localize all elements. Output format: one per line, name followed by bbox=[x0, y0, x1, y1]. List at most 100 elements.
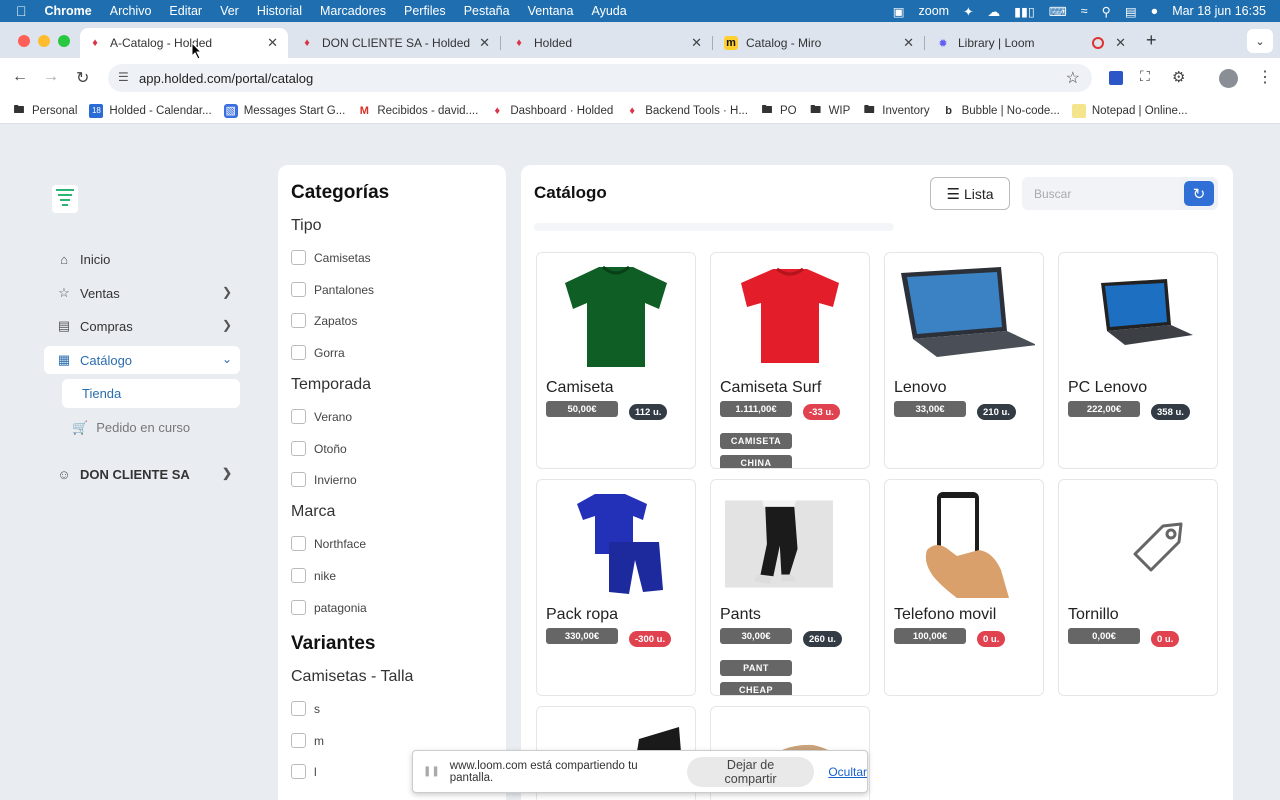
menu-editar[interactable]: Editar bbox=[169, 4, 202, 18]
hide-link[interactable]: Ocultar bbox=[828, 765, 867, 779]
product-card-lenovo[interactable]: Lenovo 33,00€ 210 u. bbox=[884, 252, 1044, 469]
product-card-camiseta[interactable]: Camiseta 50,00€ 112 u. bbox=[536, 252, 696, 469]
reload-icon[interactable]: ↻ bbox=[76, 68, 89, 88]
siri-icon[interactable]: ● bbox=[1151, 4, 1159, 18]
site-settings-icon[interactable]: ☰ bbox=[118, 70, 129, 84]
back-icon[interactable]: ← bbox=[12, 68, 28, 86]
keyboard-icon[interactable]: ⌨ bbox=[1049, 4, 1067, 19]
filter-checkbox-nike[interactable]: nike bbox=[291, 568, 336, 583]
filter-checkbox-m[interactable]: m bbox=[291, 733, 324, 748]
close-window-button[interactable] bbox=[18, 35, 30, 47]
product-card-pc-lenovo[interactable]: PC Lenovo 222,00€ 358 u. bbox=[1058, 252, 1218, 469]
menu-archivo[interactable]: Archivo bbox=[110, 4, 152, 18]
avatar[interactable] bbox=[1219, 69, 1238, 88]
screen-share-bar: ❚❚ www.loom.com está compartiendo tu pan… bbox=[412, 750, 868, 793]
wifi-icon[interactable]: ≈ bbox=[1081, 4, 1088, 18]
bookmark-messages[interactable]: ▧ Messages Start G... bbox=[223, 103, 345, 118]
battery-icon[interactable]: ▮▮▯ bbox=[1014, 4, 1035, 19]
sidebar-subitem-pedido[interactable]: 🛒 Pedido en curso bbox=[62, 413, 240, 442]
kebab-menu-icon[interactable]: ⋮ bbox=[1257, 67, 1273, 87]
crop-icon[interactable]: ⛶ bbox=[1140, 68, 1150, 85]
loading-placeholder bbox=[534, 223, 894, 231]
sidebar-item-compras[interactable]: ▤ Compras ❯ bbox=[44, 312, 240, 340]
product-name: Telefono movil bbox=[894, 606, 997, 623]
menu-pestana[interactable]: Pestaña bbox=[464, 4, 510, 18]
bookmark-po[interactable]: 🖿 PO bbox=[760, 104, 796, 118]
zoom-status[interactable]: zoom bbox=[919, 4, 950, 18]
bookmark-wip[interactable]: 🖿 WIP bbox=[809, 104, 850, 118]
menu-marcadores[interactable]: Marcadores bbox=[320, 4, 386, 18]
new-tab-button[interactable]: + bbox=[1146, 30, 1157, 51]
filter-checkbox-patagonia[interactable]: patagonia bbox=[291, 600, 367, 615]
filter-checkbox-zapatos[interactable]: Zapatos bbox=[291, 313, 357, 328]
bookmark-personal[interactable]: 🖿 Personal bbox=[12, 104, 78, 118]
filter-checkbox-camisetas[interactable]: Camisetas bbox=[291, 250, 371, 265]
menu-ayuda[interactable]: Ayuda bbox=[591, 4, 626, 18]
tab-miro[interactable]: m Catalog - Miro ✕ bbox=[716, 28, 925, 58]
bookmark-bubble[interactable]: b Bubble | No-code... bbox=[942, 104, 1060, 118]
tab-a-catalog[interactable]: ♦ A-Catalog - Holded ✕ bbox=[80, 28, 288, 58]
cloud-icon[interactable]: ☁ bbox=[988, 4, 1001, 19]
product-card-telefono-movil[interactable]: Telefono movil 100,00€ 0 u. bbox=[884, 479, 1044, 696]
extensions-puzzle-icon[interactable]: ⚙ bbox=[1172, 68, 1185, 86]
filter-checkbox-verano[interactable]: Verano bbox=[291, 409, 352, 424]
url-text[interactable]: app.holded.com/portal/catalog bbox=[139, 71, 313, 86]
product-card-tornillo[interactable]: Tornillo 0,00€ 0 u. bbox=[1058, 479, 1218, 696]
sidebar-subitem-tienda[interactable]: Tienda bbox=[62, 379, 240, 408]
menu-ventana[interactable]: Ventana bbox=[528, 4, 574, 18]
product-card-pack-ropa[interactable]: Pack ropa 330,00€ -300 u. bbox=[536, 479, 696, 696]
holded-logo[interactable] bbox=[52, 185, 78, 213]
sidebar-item-catalogo[interactable]: ▦ Catálogo ⌄ bbox=[44, 346, 240, 374]
bookmark-backend-tools[interactable]: ♦ Backend Tools · H... bbox=[625, 104, 748, 118]
control-center-icon[interactable]: ▤ bbox=[1125, 4, 1137, 19]
tab-search-button[interactable]: ⌄ bbox=[1247, 29, 1273, 53]
close-icon[interactable]: ✕ bbox=[479, 35, 490, 51]
screen-icon[interactable]: ▣ bbox=[893, 4, 905, 19]
close-icon[interactable]: ✕ bbox=[267, 35, 278, 51]
list-view-button[interactable]: ☰ Lista bbox=[930, 177, 1010, 210]
close-icon[interactable]: ✕ bbox=[691, 35, 702, 51]
filter-checkbox-l[interactable]: l bbox=[291, 764, 317, 779]
filter-checkbox-gorra[interactable]: Gorra bbox=[291, 345, 345, 360]
forward-icon[interactable]: → bbox=[43, 68, 59, 86]
filter-checkbox-northface[interactable]: Northface bbox=[291, 536, 366, 551]
menu-app-name[interactable]: Chrome bbox=[45, 4, 92, 18]
filter-checkbox-invierno[interactable]: Invierno bbox=[291, 472, 357, 487]
sidebar-item-ventas[interactable]: ☆ Ventas ❯ bbox=[44, 279, 240, 307]
drag-handle-icon[interactable]: ❚❚ bbox=[423, 766, 440, 777]
menubar-clock[interactable]: Mar 18 jun 16:35 bbox=[1172, 4, 1266, 18]
close-icon[interactable]: ✕ bbox=[1115, 35, 1126, 51]
menu-historial[interactable]: Historial bbox=[257, 4, 302, 18]
bookmark-gmail[interactable]: M Recibidos - david.... bbox=[357, 104, 479, 118]
close-icon[interactable]: ✕ bbox=[903, 35, 914, 51]
product-card-camiseta-surf[interactable]: Camiseta Surf 1.111,00€ -33 u. CAMISETA … bbox=[710, 252, 870, 469]
sidebar-account[interactable]: ☺ DON CLIENTE SA ❯ bbox=[44, 460, 240, 488]
filter-checkbox-otono[interactable]: Otoño bbox=[291, 441, 347, 456]
search-input[interactable] bbox=[1022, 177, 1180, 210]
address-bar[interactable]: ☰ app.holded.com/portal/catalog ☆ bbox=[108, 64, 1092, 92]
extension-icon[interactable]: ✦ bbox=[963, 4, 973, 19]
tab-loom[interactable]: ✹ Library | Loom ✕ bbox=[928, 28, 1136, 58]
sidebar-item-inicio[interactable]: ⌂ Inicio bbox=[44, 245, 240, 273]
filter-checkbox-pantalones[interactable]: Pantalones bbox=[291, 282, 374, 297]
menu-perfiles[interactable]: Perfiles bbox=[404, 4, 446, 18]
menu-ver[interactable]: Ver bbox=[220, 4, 239, 18]
bookmark-star-icon[interactable]: ☆ bbox=[1066, 68, 1080, 88]
extension-icon[interactable] bbox=[1109, 71, 1123, 85]
tab-holded[interactable]: ♦ Holded ✕ bbox=[504, 28, 713, 58]
filter-checkbox-s[interactable]: s bbox=[291, 701, 320, 716]
bookmark-notepad[interactable]: Notepad | Online... bbox=[1071, 103, 1188, 118]
refresh-button[interactable]: ↻ bbox=[1180, 177, 1218, 210]
bookmark-dashboard[interactable]: ♦ Dashboard · Holded bbox=[490, 104, 614, 118]
tab-don-cliente[interactable]: ♦ DON CLIENTE SA - Holded ✕ bbox=[292, 28, 501, 58]
zoom-window-button[interactable] bbox=[58, 35, 70, 47]
bookmark-holded-calendar[interactable]: 18 Holded - Calendar... bbox=[89, 103, 212, 118]
bookmark-inventory[interactable]: 🖿 Inventory bbox=[862, 104, 930, 118]
search-icon[interactable]: ⚲ bbox=[1102, 4, 1111, 19]
minimize-window-button[interactable] bbox=[38, 35, 50, 47]
stop-sharing-button[interactable]: Dejar de compartir bbox=[686, 756, 815, 787]
apple-icon[interactable]:  bbox=[16, 3, 27, 19]
sidebar-item-label: Tienda bbox=[82, 386, 122, 401]
product-card-pants[interactable]: Pants 30,00€ 260 u. PANT CHEAP bbox=[710, 479, 870, 696]
sidebar-item-label: Catálogo bbox=[80, 352, 133, 368]
